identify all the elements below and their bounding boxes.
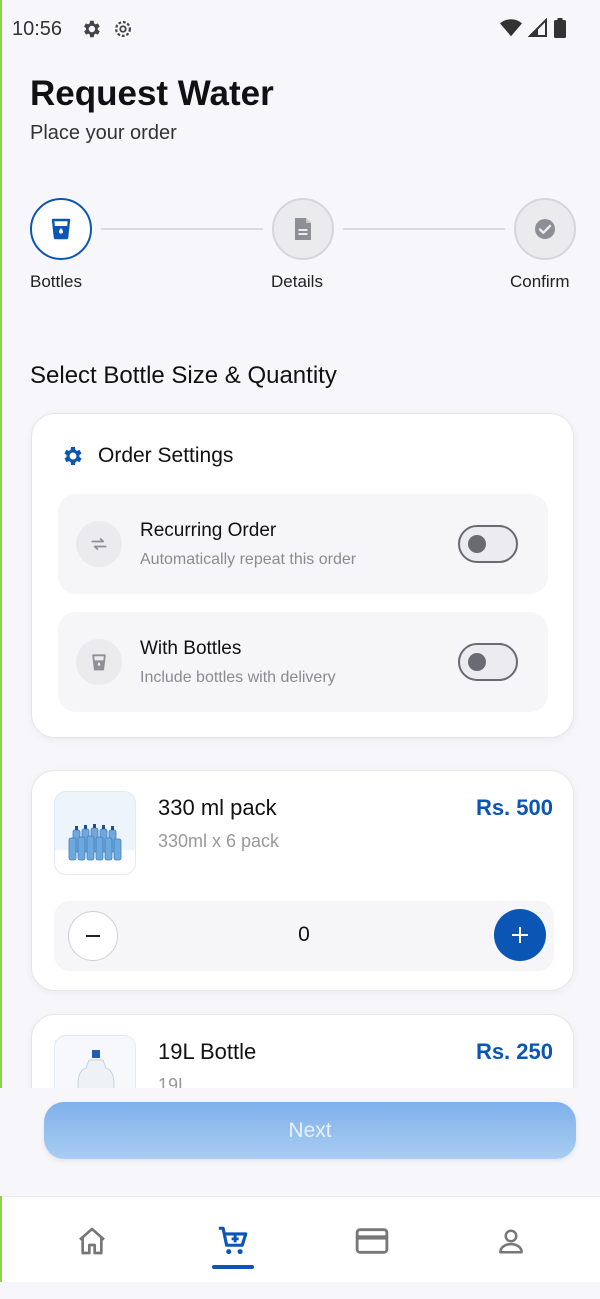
with-bottles-toggle[interactable] bbox=[458, 643, 518, 681]
recurring-order-row: Recurring Order Automatically repeat thi… bbox=[58, 494, 548, 594]
order-settings-title: Order Settings bbox=[98, 444, 234, 467]
home-icon bbox=[79, 1227, 105, 1255]
nav-cart[interactable] bbox=[213, 1221, 253, 1261]
document-icon bbox=[295, 218, 311, 240]
step-connector bbox=[343, 228, 505, 230]
order-settings-header: Order Settings bbox=[60, 444, 233, 468]
battery-icon bbox=[554, 18, 566, 38]
water-glass-icon bbox=[51, 218, 71, 240]
with-bottles-description: Include bottles with delivery bbox=[140, 669, 336, 686]
step-label-confirm: Confirm bbox=[510, 272, 570, 291]
recurring-order-description: Automatically repeat this order bbox=[140, 551, 357, 568]
order-stepper: Bottles Details Confirm bbox=[0, 196, 600, 296]
nav-home[interactable] bbox=[72, 1221, 112, 1261]
decrease-quantity-button[interactable] bbox=[68, 911, 118, 961]
product-name: 330 ml pack bbox=[158, 795, 277, 820]
product-card: 330 ml pack 330ml x 6 pack Rs. 500 0 bbox=[31, 770, 574, 991]
product-name: 19L Bottle bbox=[158, 1039, 257, 1064]
section-title: Select Bottle Size & Quantity bbox=[30, 362, 337, 389]
cart-icon bbox=[218, 1226, 248, 1255]
signal-icon bbox=[528, 18, 547, 37]
settings-outline-icon bbox=[115, 21, 131, 37]
status-notification-icons bbox=[80, 18, 134, 40]
with-bottles-row: With Bottles Include bottles with delive… bbox=[58, 612, 548, 712]
status-bar: 10:56 bbox=[0, 0, 600, 60]
bottle-icon bbox=[76, 639, 122, 685]
step-label-details: Details bbox=[271, 272, 323, 291]
recurring-order-title: Recurring Order bbox=[140, 520, 277, 541]
order-settings-card: Order Settings Recurring Order Automatic… bbox=[31, 413, 574, 738]
product-price: Rs. 500 bbox=[475, 795, 553, 820]
toggle-knob bbox=[468, 535, 486, 553]
user-icon bbox=[499, 1229, 523, 1254]
step-bottles[interactable] bbox=[30, 198, 92, 260]
quantity-value: 0 bbox=[298, 923, 310, 946]
status-time: 10:56 bbox=[12, 18, 63, 40]
check-circle-icon bbox=[535, 219, 555, 239]
recurring-order-toggle[interactable] bbox=[458, 525, 518, 563]
repeat-icon bbox=[76, 521, 122, 567]
product-image-water-pack bbox=[54, 791, 136, 875]
increase-quantity-button[interactable] bbox=[494, 909, 546, 961]
product-description: 330ml x 6 pack bbox=[158, 831, 280, 851]
bottom-navigation bbox=[2, 1196, 600, 1282]
with-bottles-title: With Bottles bbox=[140, 638, 242, 659]
page-title: Request Water bbox=[30, 74, 274, 113]
plus-icon bbox=[512, 927, 528, 943]
page-subtitle: Place your order bbox=[30, 122, 177, 144]
next-button[interactable]: Next bbox=[44, 1102, 576, 1159]
toggle-knob bbox=[468, 653, 486, 671]
product-price: Rs. 250 bbox=[475, 1039, 553, 1064]
card-icon bbox=[355, 1228, 389, 1254]
gear-icon bbox=[64, 447, 82, 465]
nav-active-indicator bbox=[212, 1265, 254, 1269]
minus-icon bbox=[86, 935, 100, 937]
status-system-icons bbox=[500, 18, 566, 38]
gear-icon bbox=[84, 20, 100, 38]
step-details[interactable] bbox=[272, 198, 334, 260]
nav-profile[interactable] bbox=[491, 1221, 531, 1261]
wifi-icon bbox=[500, 19, 522, 37]
step-connector bbox=[101, 228, 263, 230]
nav-payments[interactable] bbox=[352, 1221, 392, 1261]
step-label-bottles: Bottles bbox=[30, 272, 82, 291]
quantity-stepper: 0 bbox=[54, 901, 554, 971]
step-confirm[interactable] bbox=[514, 198, 576, 260]
